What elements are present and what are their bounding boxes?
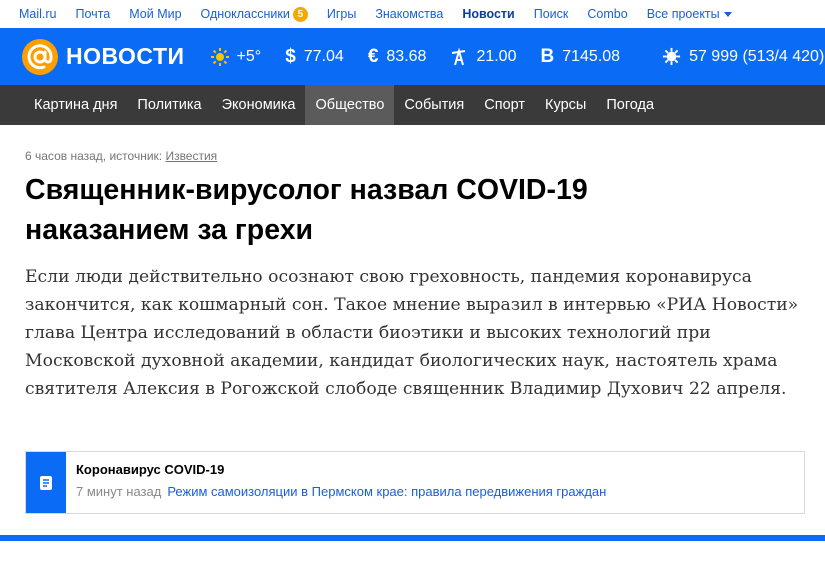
virus-icon — [662, 47, 681, 66]
portal-link-label: Знакомства — [375, 7, 444, 21]
document-icon — [26, 452, 66, 513]
portal-link-label: Поиск — [533, 7, 569, 21]
usd-value: 77.04 — [303, 47, 344, 65]
nav-item-economy[interactable]: Экономика — [212, 85, 306, 125]
portal-bar: Mail.ru Почта Мой Мир Одноклассники 5 Игр… — [0, 0, 825, 28]
oil-value: 21.00 — [476, 47, 517, 65]
nav-item-politics[interactable]: Политика — [127, 85, 211, 125]
sun-icon — [210, 47, 229, 66]
article-lead: Если люди действительно осознают свою гр… — [25, 267, 799, 399]
covid-stats-widget[interactable]: 57 999 (513/4 420) — [662, 47, 824, 66]
portal-link-dating[interactable]: Знакомства — [375, 7, 443, 21]
site-logo[interactable]: НОВОСТИ — [22, 38, 185, 75]
portal-link-label: Все проекты — [646, 7, 720, 21]
all-projects-dropdown[interactable]: Все проекты — [647, 7, 732, 21]
portal-link-mymir[interactable]: Мой Мир — [129, 7, 181, 21]
weather-widget[interactable]: +5° — [210, 47, 262, 66]
eur-value: 83.68 — [386, 47, 427, 65]
portal-link-label: Почта — [75, 7, 111, 21]
portal-link-odnoklassniki[interactable]: Одноклассники 5 — [200, 6, 308, 22]
site-header: НОВОСТИ +5° $ 77.04 € 83.68 21.00 B 7145… — [0, 28, 825, 85]
related-story-topic[interactable]: Коронавирус COVID-19 — [76, 462, 606, 477]
nav-item-sport[interactable]: Спорт — [474, 85, 535, 125]
portal-link-label: Mail.ru — [19, 7, 57, 21]
bottom-divider — [0, 535, 825, 541]
dollar-icon: $ — [285, 45, 296, 67]
portal-link-combo[interactable]: Combo — [587, 7, 627, 21]
bitcoin-icon: B — [540, 45, 555, 67]
euro-icon: € — [367, 45, 379, 67]
oil-price-widget[interactable]: 21.00 — [450, 47, 517, 66]
source-link[interactable]: Известия — [165, 149, 217, 163]
nav-item-rates[interactable]: Курсы — [535, 85, 596, 125]
portal-link-news[interactable]: Новости — [462, 7, 514, 21]
related-story-card[interactable]: Коронавирус COVID-19 7 минут назад Режим … — [25, 451, 805, 514]
portal-link-label: Мой Мир — [129, 7, 182, 21]
portal-link-mail[interactable]: Почта — [76, 7, 111, 21]
article-time-source: 6 часов назад, источник: — [25, 149, 166, 163]
nav-item-society[interactable]: Общество — [305, 85, 395, 125]
at-sign-icon — [22, 38, 58, 75]
nav-item-events[interactable]: События — [394, 85, 474, 125]
logo-text: НОВОСТИ — [66, 43, 185, 69]
related-story-line: 7 минут назад Режим самоизоляции в Пермск… — [76, 484, 606, 499]
portal-link-label: Одноклассники — [200, 7, 290, 21]
usd-rate-widget[interactable]: $ 77.04 — [285, 46, 344, 68]
related-story-body: Коронавирус COVID-19 7 минут назад Режим … — [66, 452, 606, 513]
portal-link-mailru[interactable]: Mail.ru — [19, 7, 57, 21]
portal-link-search[interactable]: Поиск — [534, 7, 569, 21]
related-story-time: 7 минут назад — [76, 484, 162, 499]
covid-stats-value: 57 999 (513/4 420) — [689, 47, 825, 65]
portal-link-label: Combo — [587, 7, 628, 21]
portal-link-label: Игры — [326, 7, 357, 21]
related-story-link[interactable]: Режим самоизоляции в Пермском крае: прав… — [167, 484, 606, 499]
eur-rate-widget[interactable]: € 83.68 — [368, 46, 427, 68]
header-widgets: +5° $ 77.04 € 83.68 21.00 B 7145.08 57 9… — [210, 46, 824, 68]
portal-link-label: Новости — [462, 7, 515, 21]
weather-value: +5° — [236, 47, 262, 65]
bitcoin-value: 7145.08 — [562, 47, 621, 65]
nav-item-weather[interactable]: Погода — [596, 85, 664, 125]
chevron-down-icon — [723, 11, 732, 17]
article-title: Священник-вирусолог назвал COVID-19 нака… — [25, 174, 588, 246]
notification-badge: 5 — [292, 6, 308, 22]
bitcoin-rate-widget[interactable]: B 7145.08 — [540, 46, 620, 68]
nav-item-picture-of-day[interactable]: Картина дня — [24, 85, 127, 125]
category-nav: Картина дня Политика Экономика Общество … — [0, 85, 825, 125]
article-meta: 6 часов назад, источник: Известия — [25, 149, 217, 163]
portal-link-games[interactable]: Игры — [327, 7, 356, 21]
oil-derrick-icon — [450, 47, 468, 66]
